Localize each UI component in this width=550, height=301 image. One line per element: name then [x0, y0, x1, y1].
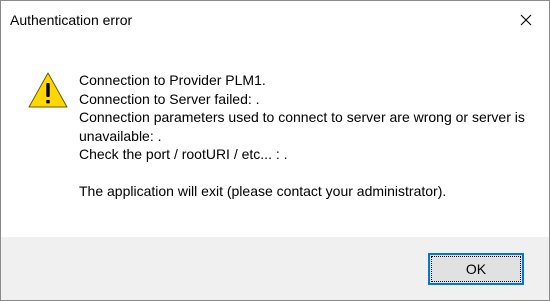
- title-bar: Authentication error: [1, 1, 549, 39]
- message-spacer: [79, 164, 529, 183]
- error-dialog: Authentication error Connection to Provi…: [0, 0, 550, 301]
- message-area: Connection to Provider PLM1. Connection …: [1, 39, 549, 237]
- message-line-server: Connection to Server failed: .: [79, 90, 260, 107]
- message-line-parameters: Connection parameters used to connect to…: [79, 109, 525, 144]
- close-button[interactable]: [503, 1, 549, 39]
- button-bar: OK: [1, 237, 549, 300]
- ok-button[interactable]: OK: [428, 253, 524, 285]
- warning-icon: [27, 71, 69, 109]
- message-line-exit: The application will exit (please contac…: [79, 183, 447, 199]
- error-message: Connection to Provider PLM1. Connection …: [79, 71, 529, 201]
- dialog-title: Authentication error: [10, 12, 133, 28]
- message-line-provider: Connection to Provider PLM1.: [79, 72, 266, 88]
- ok-button-label: OK: [465, 261, 487, 277]
- close-icon: [520, 14, 532, 26]
- message-line-port: Check the port / rootURI / etc... : .: [79, 146, 288, 162]
